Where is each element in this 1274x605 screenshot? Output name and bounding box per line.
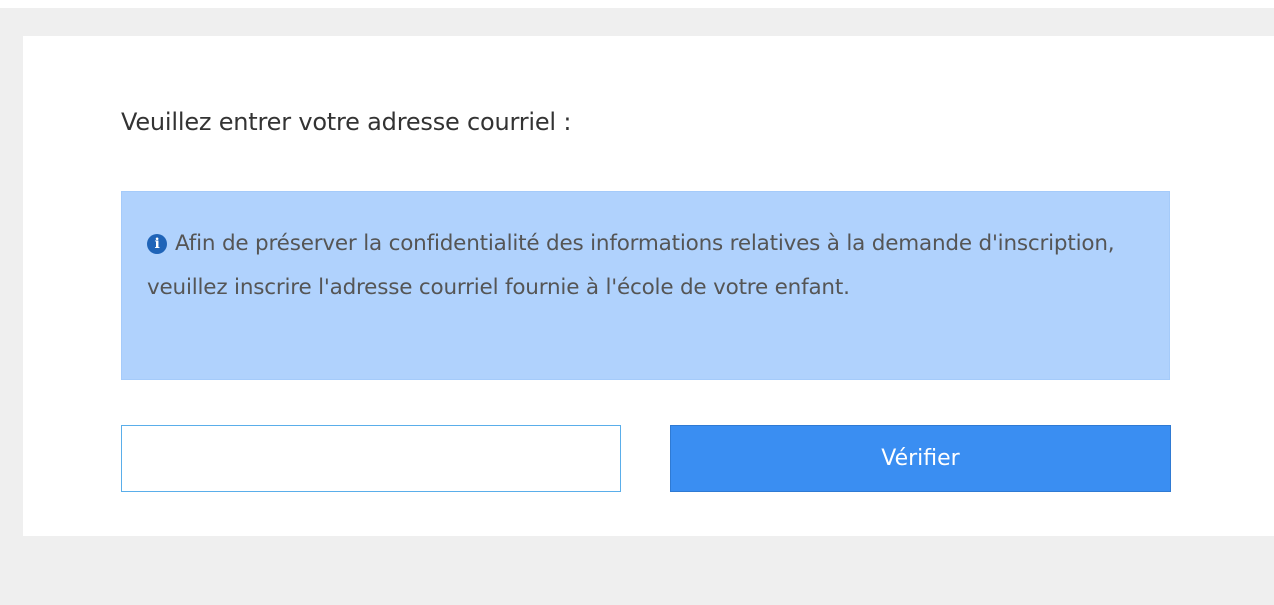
email-input[interactable] [121, 425, 621, 492]
email-prompt-heading: Veuillez entrer votre adresse courriel : [121, 108, 572, 136]
top-strip [0, 0, 1274, 8]
email-verification-card: Veuillez entrer votre adresse courriel :… [23, 36, 1274, 536]
verify-button[interactable]: Vérifier [670, 425, 1171, 492]
privacy-info-box: i Afin de préserver la confidentialité de… [121, 191, 1170, 380]
privacy-info-text: Afin de préserver la confidentialité des… [147, 231, 1115, 300]
info-circle-icon: i [147, 234, 167, 254]
